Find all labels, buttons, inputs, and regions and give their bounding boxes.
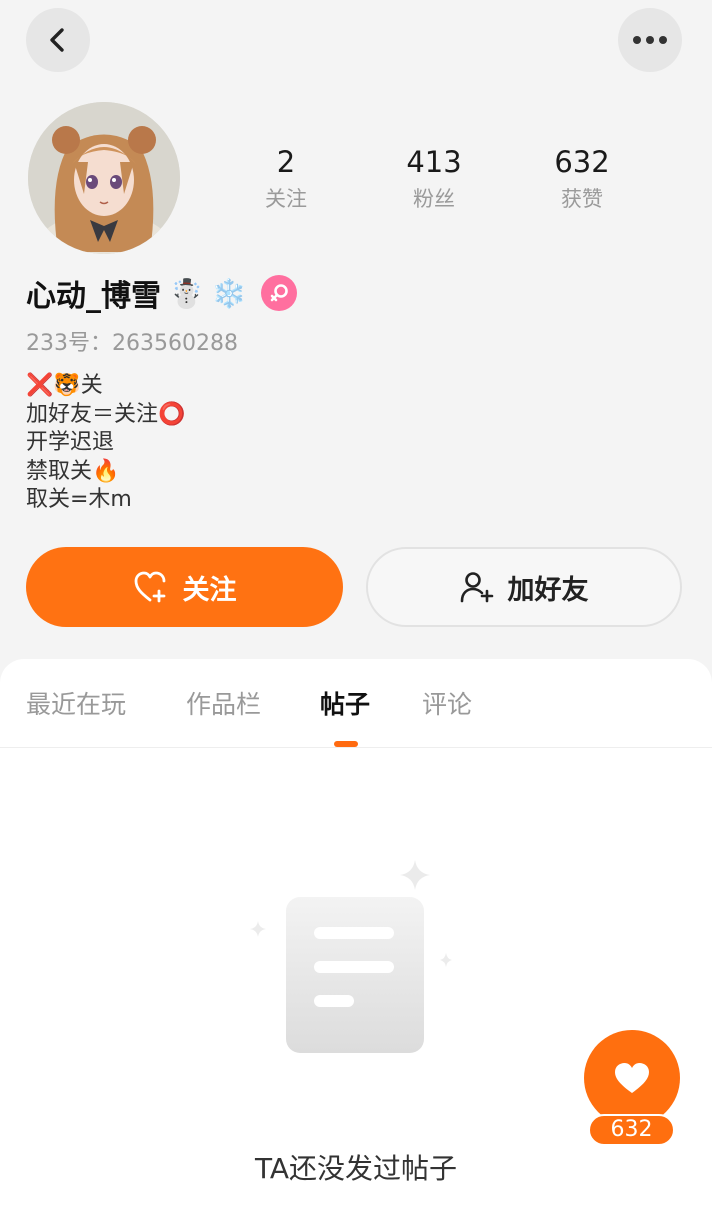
stat-label: 粉丝 (413, 187, 455, 211)
stat-following[interactable]: 2 关注 (231, 142, 341, 216)
empty-state-text: TA还没发过帖子 (254, 1152, 458, 1185)
uid-row: 233号：263560288 (26, 328, 238, 360)
add-friend-label: 加好友 (507, 574, 589, 606)
username: 心动_博雪 (26, 279, 161, 314)
bio: ❌🐯 关 加好友＝关注 ⭕ 开学迟退 禁取关 🔥 取关=木m (26, 372, 185, 515)
empty-document-icon (240, 855, 470, 1069)
avatar[interactable] (28, 102, 180, 254)
snowman-icon: ☃️ (169, 276, 204, 310)
follow-label: 关注 (182, 574, 237, 606)
stat-value: 413 (406, 145, 462, 179)
tab-recently-played[interactable]: 最近在玩 (26, 687, 126, 723)
female-icon (260, 275, 297, 311)
bio-line: 取关=木m (26, 486, 185, 515)
back-button[interactable] (26, 8, 90, 72)
bio-text: 禁取关 (26, 458, 93, 484)
uid-value: 263560288 (112, 331, 238, 356)
bio-emoji: ❌🐯 (26, 373, 81, 398)
like-count-badge: 632 (588, 1114, 675, 1146)
heart-plus-icon (134, 571, 165, 603)
bio-line: 加好友＝关注 ⭕ (26, 401, 185, 430)
bio-line: ❌🐯 关 (26, 372, 185, 401)
tab-works[interactable]: 作品栏 (186, 687, 261, 723)
tab-active-indicator (334, 741, 358, 747)
stat-value: 632 (554, 145, 610, 179)
bio-text: 取关=木m (26, 487, 132, 512)
fire-icon: 🔥 (92, 458, 120, 484)
bio-text: 加好友＝关注 (26, 401, 159, 427)
bio-line: 禁取关 🔥 (26, 458, 185, 487)
chevron-left-icon (50, 28, 64, 52)
stat-label: 关注 (265, 187, 307, 211)
bio-text: 关 (80, 373, 103, 398)
stat-likes[interactable]: 632 获赞 (527, 142, 637, 216)
add-friend-button[interactable]: 加好友 (366, 547, 682, 627)
like-button[interactable] (584, 1030, 680, 1126)
bio-text: 开学迟退 (26, 430, 115, 455)
add-user-icon (460, 572, 493, 603)
tab-comments[interactable]: 评论 (422, 687, 472, 723)
bio-line: 开学迟退 (26, 429, 185, 458)
name-row: 心动_博雪 ☃️ ❄️ (26, 268, 297, 318)
anime-girl-avatar-image (28, 102, 180, 254)
more-button[interactable] (618, 8, 682, 72)
uid-label: 233号： (26, 331, 112, 356)
more-dots-icon (633, 36, 667, 44)
tab-posts[interactable]: 帖子 (320, 687, 370, 723)
heart-icon (615, 1063, 649, 1093)
stat-value: 2 (276, 145, 296, 179)
circle-icon: ⭕ (158, 401, 186, 427)
stat-label: 获赞 (561, 187, 603, 211)
tab-bar: 最近在玩 作品栏 帖子 评论 (0, 659, 712, 748)
stat-followers[interactable]: 413 粉丝 (379, 142, 489, 216)
follow-button[interactable]: 关注 (26, 547, 343, 627)
snowflake-badge-icon: ❄️ (211, 276, 247, 310)
